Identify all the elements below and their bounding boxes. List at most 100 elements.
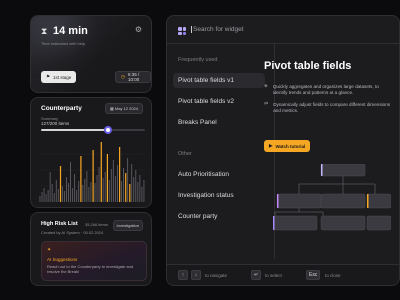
chart-bar xyxy=(45,194,47,202)
sparkle-icon: ✦ xyxy=(47,247,52,253)
chart-bar xyxy=(55,180,57,202)
chart-bar xyxy=(78,181,80,202)
chart-bar xyxy=(86,171,88,202)
chart-bar xyxy=(72,188,74,202)
chart-bar xyxy=(121,181,122,202)
esc-key: Esc xyxy=(306,270,321,280)
navigate-hint: to navigate xyxy=(205,273,228,278)
ai-suggestion-box[interactable]: ✦ AI Suggestions Reach out to the Counte… xyxy=(41,241,147,281)
risk-meta: Created by AI System · 05.02.2024 xyxy=(41,230,104,235)
stage-button[interactable]: ⚑ 1st stage xyxy=(41,71,77,83)
grid-logo-icon xyxy=(178,27,186,35)
chart-bar xyxy=(114,176,116,202)
chart-bar xyxy=(84,179,86,202)
divider xyxy=(167,43,399,44)
section-frequent: Frequently used xyxy=(178,57,218,63)
date-picker[interactable]: ▦ May 12 2024 xyxy=(104,103,143,114)
chart-bar xyxy=(90,182,92,202)
chart-bar xyxy=(96,175,98,202)
section-other: Other xyxy=(178,151,192,157)
chart-bar xyxy=(49,172,51,202)
counterparty-bar-chart xyxy=(39,142,145,202)
chart-bar xyxy=(57,189,59,202)
chart-bar xyxy=(43,188,45,202)
chart-bar xyxy=(108,180,110,202)
watch-tutorial-button[interactable]: ▶ Watch tutorial xyxy=(264,140,311,152)
menu-item-auto-prioritisation[interactable]: Auto Prioritisation xyxy=(173,167,265,182)
duration-value: 14 min xyxy=(53,25,88,37)
counterparty-title: Counterparty xyxy=(41,105,82,112)
time-estimate-card: ⧗ 14 min ⚙ Time estimated with help ⚑ 1s… xyxy=(30,15,152,93)
chart-bar xyxy=(139,175,141,202)
enter-key: ↵ xyxy=(251,270,262,280)
chart-bar xyxy=(129,184,131,202)
preview-bullet-1: ◈ Quickly aggregates and organizes large… xyxy=(264,83,399,95)
flag-icon: ⚑ xyxy=(46,74,51,79)
chart-bar xyxy=(74,174,76,202)
items-count: 127/200 items xyxy=(41,121,70,126)
widget-palette: Search for widget Frequently used Pivot … xyxy=(166,15,400,286)
chart-bar xyxy=(106,154,109,202)
search-input[interactable]: Search for widget xyxy=(191,26,244,33)
play-icon: ▶ xyxy=(269,143,273,148)
chart-bar xyxy=(135,170,137,202)
chart-bar xyxy=(70,162,72,202)
chart-bar xyxy=(123,168,125,202)
stage-label: 1st stage xyxy=(53,74,72,80)
chart-bar xyxy=(102,178,104,202)
chart-bar xyxy=(116,165,118,202)
arrow-down-key: ↓ xyxy=(191,270,201,280)
risk-count: 35,266 items xyxy=(85,222,108,227)
bullet-text: Quickly aggregates and organizes large d… xyxy=(272,84,379,95)
ai-suggestion-title: AI Suggestions xyxy=(47,257,78,262)
chart-bar xyxy=(119,147,121,202)
chart-bar xyxy=(141,187,143,202)
chart-bar xyxy=(133,177,135,202)
menu-item-breaks-panel[interactable]: Breaks Panel xyxy=(173,115,265,130)
chart-bar xyxy=(143,180,145,202)
timer-icon: ◷ xyxy=(121,74,125,79)
layers-icon: ◈ xyxy=(264,83,268,89)
chart-bar xyxy=(94,183,96,202)
risk-title: High Risk List xyxy=(41,221,78,227)
slider-handle[interactable] xyxy=(103,126,112,134)
chart-bar xyxy=(53,193,55,202)
chart-bar xyxy=(63,191,65,202)
menu-item-counter-party[interactable]: Counter party xyxy=(173,209,265,224)
chart-bar xyxy=(51,184,53,202)
adjust-icon: ⇄ xyxy=(264,101,269,107)
duration-subtitle: Time estimated with help xyxy=(41,41,86,46)
chart-bar xyxy=(137,182,139,202)
high-risk-card: High Risk List 35,266 items Investigatio… xyxy=(30,212,152,286)
date-value: May 12 2024 xyxy=(114,106,138,111)
chart-bar xyxy=(98,167,100,202)
settings-icon[interactable]: ⚙ xyxy=(135,25,142,34)
chart-bar xyxy=(131,164,133,202)
close-hint: to close xyxy=(325,273,341,278)
chart-bar xyxy=(125,173,127,202)
arrow-up-key: ↑ xyxy=(178,270,188,280)
chart-bar xyxy=(88,187,90,202)
chart-bar xyxy=(61,186,63,202)
preview-title: Pivot table fields xyxy=(264,60,352,72)
select-hint: to select xyxy=(265,273,282,278)
preview-bullet-2: ⇄ Dynamically adjust fields to compare d… xyxy=(264,101,399,113)
watch-tutorial-label: Watch tutorial xyxy=(275,143,306,149)
chart-bar xyxy=(82,185,84,202)
chart-bar xyxy=(76,190,78,202)
menu-item-pivot-v1[interactable]: Pivot table fields v1 xyxy=(173,73,265,88)
hierarchy-diagram xyxy=(273,164,391,231)
chart-bar xyxy=(127,158,129,202)
timer-value: 6:35 / 10:00 xyxy=(127,72,140,82)
chart-bar xyxy=(100,142,102,202)
chart-bar xyxy=(80,156,82,202)
timer-display[interactable]: ◷ 6:35 / 10:00 xyxy=(115,71,151,83)
bullet-text: Dynamically adjust fields to compare dif… xyxy=(273,102,391,113)
investigation-tag[interactable]: Investigation xyxy=(112,220,143,231)
chart-bar xyxy=(92,150,94,202)
menu-item-pivot-v2[interactable]: Pivot table fields v2 xyxy=(173,94,265,109)
chart-bar xyxy=(110,169,112,202)
chart-bar xyxy=(47,190,49,202)
progress-slider[interactable] xyxy=(41,126,145,134)
menu-item-investigation-status[interactable]: Investigation status xyxy=(173,188,265,203)
